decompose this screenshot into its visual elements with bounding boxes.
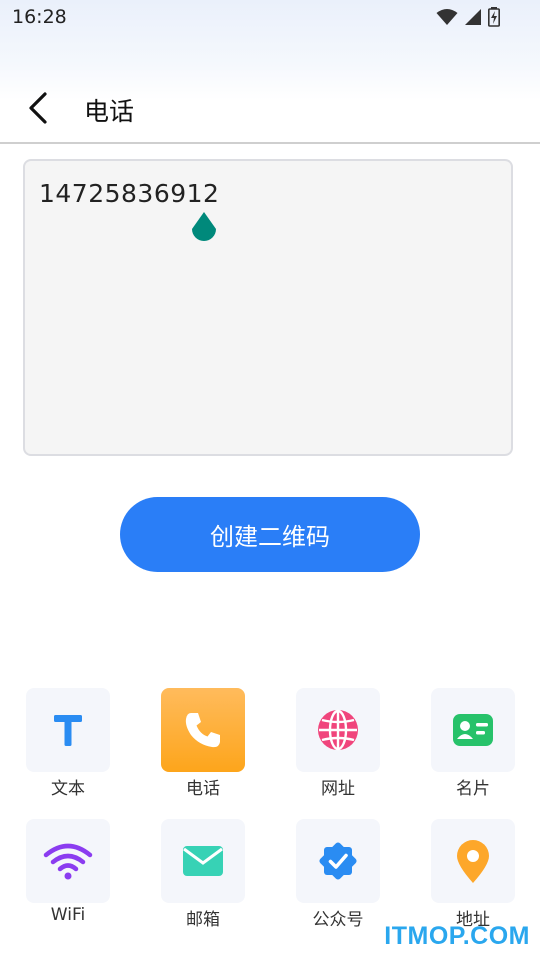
status-time: 16:28	[12, 6, 67, 28]
type-label: 文本	[51, 779, 85, 799]
type-item-url[interactable]: 网址	[278, 688, 398, 808]
mail-icon	[183, 846, 223, 876]
type-tile	[161, 819, 245, 903]
type-item-mail[interactable]: 邮箱	[143, 819, 263, 939]
status-bar: 16:28	[0, 0, 540, 36]
cell-signal-icon	[464, 8, 482, 26]
type-tile-selected	[161, 688, 245, 772]
page-title: 电话	[84, 97, 135, 126]
type-item-wifi[interactable]: WiFi	[8, 819, 128, 939]
phone-number-input[interactable]: 14725836912	[23, 159, 513, 456]
wifi-signal-icon	[436, 8, 458, 26]
type-label: 公众号	[312, 910, 364, 930]
type-label: 邮箱	[186, 910, 220, 930]
type-tile	[431, 688, 515, 772]
text-icon	[54, 715, 82, 746]
phone-number-value[interactable]: 14725836912	[39, 179, 219, 208]
text-cursor-handle-icon[interactable]	[188, 211, 220, 249]
type-tile	[431, 819, 515, 903]
globe-icon	[318, 709, 358, 751]
create-qr-button[interactable]: 创建二维码	[120, 497, 420, 572]
type-item-official-account[interactable]: 公众号	[278, 819, 398, 939]
business-card-icon	[453, 714, 493, 746]
type-label: 电话	[186, 779, 220, 799]
type-item-phone[interactable]: 电话	[143, 688, 263, 808]
watermark: ITMOP.COM	[384, 922, 530, 950]
phone-icon	[185, 713, 220, 748]
back-button[interactable]	[20, 90, 56, 126]
type-label: 网址	[321, 779, 355, 799]
type-item-text[interactable]: 文本	[8, 688, 128, 808]
app-bar: 电话	[0, 78, 540, 140]
type-label: 名片	[456, 779, 490, 799]
type-tile	[296, 819, 380, 903]
type-label: WiFi	[50, 905, 86, 925]
create-qr-button-label: 创建二维码	[210, 523, 330, 551]
chevron-left-icon	[29, 92, 47, 124]
type-tile	[26, 688, 110, 772]
verified-badge-icon	[319, 842, 357, 880]
header-divider	[0, 142, 540, 144]
status-icons	[436, 7, 500, 27]
type-tile	[26, 819, 110, 903]
location-pin-icon	[457, 840, 489, 883]
wifi-icon	[43, 843, 93, 880]
type-item-address[interactable]: 地址	[413, 819, 533, 939]
battery-icon	[488, 7, 500, 27]
type-item-business-card[interactable]: 名片	[413, 688, 533, 808]
type-tile	[296, 688, 380, 772]
